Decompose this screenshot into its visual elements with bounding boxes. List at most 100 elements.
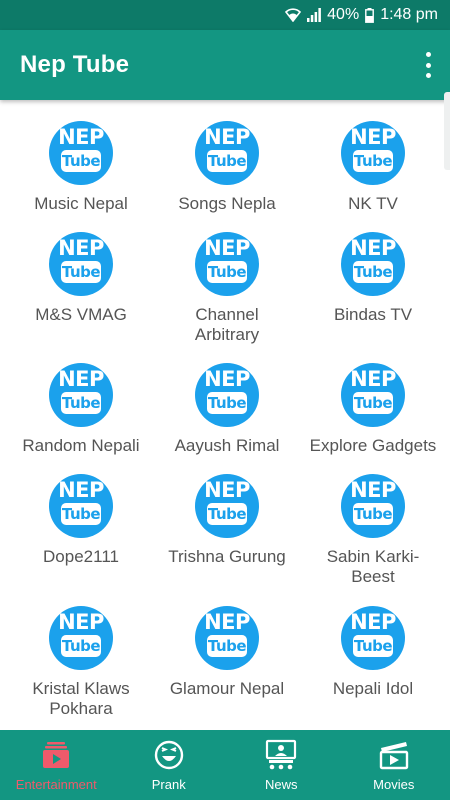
- logo-text-tube: Tube: [207, 637, 247, 655]
- nep-tube-logo-icon: NEP Tube: [195, 606, 259, 670]
- channel-label-line: Dope2111: [43, 547, 119, 566]
- logo-text-nep: NEP: [58, 478, 104, 502]
- clapperboard-icon: [379, 742, 408, 770]
- channel-label-line: Glamour Nepal: [169, 679, 285, 698]
- logo-text-nep: NEP: [350, 478, 396, 502]
- nep-tube-logo-icon: NEP Tube: [341, 363, 405, 427]
- channel-tile[interactable]: NEP Tube Bindas TV: [298, 211, 448, 325]
- logo-tube-box: Tube: [207, 503, 247, 525]
- nep-tube-logo-icon: NEP Tube: [195, 121, 259, 185]
- logo-text-tube: Tube: [61, 263, 101, 281]
- tab-entertainment[interactable]: Entertainment: [0, 730, 113, 800]
- channel-grid: NEP Tube Music Nepal NEP Tube Songs Nepla NEP T…: [0, 100, 450, 730]
- channel-tile[interactable]: NEP Tube Channel Arbitrary: [152, 211, 302, 345]
- channel-tile[interactable]: NEP Tube Aayush Rimal: [152, 342, 302, 456]
- logo-tube-box: Tube: [353, 150, 393, 172]
- logo-text-nep: NEP: [350, 125, 396, 149]
- channel-label: Channel Arbitrary: [152, 305, 302, 345]
- logo-text-nep: NEP: [204, 236, 250, 260]
- dot-icon: [425, 62, 431, 68]
- nep-tube-logo-icon: NEP Tube: [195, 363, 259, 427]
- laughing-face-icon: [154, 740, 183, 770]
- logo-text-tube: Tube: [353, 505, 393, 523]
- channel-tile[interactable]: NEP Tube Songs Nepla: [152, 100, 302, 214]
- channel-label-line: Trishna Gurung: [168, 547, 286, 566]
- logo-text-nep: NEP: [58, 367, 104, 391]
- channel-tile[interactable]: NEP Tube Sabin Karki- Beest: [298, 453, 448, 587]
- dot-icon: [425, 73, 431, 78]
- logo-text-nep: NEP: [58, 610, 104, 634]
- channel-label-line: Bindas TV: [333, 305, 413, 324]
- clock: 1:48 pm: [380, 6, 438, 23]
- channel-tile[interactable]: NEP Tube Glamour Nepal: [152, 585, 302, 699]
- channel-tile[interactable]: NEP Tube M&S VMAG: [6, 211, 156, 325]
- tab-label: Movies: [373, 777, 415, 792]
- tab-movies[interactable]: Movies: [338, 730, 450, 800]
- logo-tube-box: Tube: [353, 635, 393, 657]
- channel-tile[interactable]: NEP Tube Random Nepali: [6, 342, 156, 456]
- overflow-menu-button[interactable]: [420, 52, 436, 78]
- logo-text-tube: Tube: [353, 152, 393, 170]
- nep-tube-logo-icon: NEP Tube: [341, 474, 405, 538]
- logo-text-nep: NEP: [350, 367, 396, 391]
- channel-tile[interactable]: NEP Tube Dope2111: [6, 453, 156, 567]
- logo-text-tube: Tube: [207, 152, 247, 170]
- channel-label-line: Channel: [195, 305, 259, 324]
- channel-label: Bindas TV: [298, 305, 448, 325]
- battery-icon: [365, 7, 375, 23]
- channel-label-line: Beest: [351, 567, 395, 586]
- logo-tube-box: Tube: [207, 635, 247, 657]
- logo-text-nep: NEP: [58, 236, 104, 260]
- logo-tube-box: Tube: [61, 261, 101, 283]
- tab-label: News: [264, 777, 298, 792]
- channel-label-line: M&S VMAG: [35, 305, 127, 324]
- logo-text-tube: Tube: [353, 263, 393, 281]
- dot-icon: [425, 52, 431, 57]
- channel-label: Glamour Nepal: [152, 679, 302, 699]
- logo-text-nep: NEP: [204, 478, 250, 502]
- logo-text-nep: NEP: [204, 367, 250, 391]
- nep-tube-logo-icon: NEP Tube: [49, 474, 113, 538]
- tab-label: Prank: [151, 777, 186, 792]
- channel-label-line: Pokhara: [49, 699, 113, 718]
- logo-tube-box: Tube: [353, 503, 393, 525]
- tab-news[interactable]: News: [225, 730, 338, 800]
- logo-text-tube: Tube: [61, 505, 101, 523]
- channel-label: Trishna Gurung: [152, 547, 302, 567]
- logo-tube-box: Tube: [353, 392, 393, 414]
- logo-tube-box: Tube: [61, 392, 101, 414]
- tab-prank[interactable]: Prank: [113, 730, 226, 800]
- battery-percent: 40%: [327, 6, 360, 23]
- channel-tile[interactable]: NEP Tube Kristal Klaws Pokhara: [6, 585, 156, 719]
- channel-label: Nepali Idol: [298, 679, 448, 699]
- signal-icon: [307, 8, 322, 22]
- app-bar: Nep Tube: [0, 30, 450, 100]
- logo-tube-box: Tube: [61, 635, 101, 657]
- logo-tube-box: Tube: [207, 150, 247, 172]
- channel-tile[interactable]: NEP Tube Explore Gadgets: [298, 342, 448, 456]
- entertainment-icon: [43, 742, 70, 768]
- channel-label: Dope2111: [6, 547, 156, 567]
- tab-label: Entertainment: [15, 777, 97, 792]
- wifi-icon: [285, 8, 302, 22]
- logo-tube-box: Tube: [207, 261, 247, 283]
- channel-tile[interactable]: NEP Tube Trishna Gurung: [152, 453, 302, 567]
- nep-tube-logo-icon: NEP Tube: [195, 232, 259, 296]
- channel-tile[interactable]: NEP Tube Music Nepal: [6, 100, 156, 214]
- nep-tube-logo-icon: NEP Tube: [195, 474, 259, 538]
- nep-tube-logo-icon: NEP Tube: [341, 121, 405, 185]
- channel-label-line: Nepali Idol: [332, 679, 414, 698]
- nep-tube-logo-icon: NEP Tube: [341, 606, 405, 670]
- channel-tile[interactable]: NEP Tube NK TV: [298, 100, 448, 214]
- channel-label: Sabin Karki- Beest: [298, 547, 448, 587]
- channel-label: M&S VMAG: [6, 305, 156, 325]
- logo-text-tube: Tube: [207, 505, 247, 523]
- channel-tile[interactable]: NEP Tube Nepali Idol: [298, 585, 448, 699]
- logo-text-tube: Tube: [207, 263, 247, 281]
- logo-tube-box: Tube: [61, 150, 101, 172]
- logo-text-nep: NEP: [204, 610, 250, 634]
- logo-text-tube: Tube: [61, 637, 101, 655]
- channel-label-line: Kristal Klaws: [32, 679, 130, 698]
- logo-text-tube: Tube: [61, 394, 101, 412]
- status-bar: 40% 1:48 pm: [0, 0, 450, 30]
